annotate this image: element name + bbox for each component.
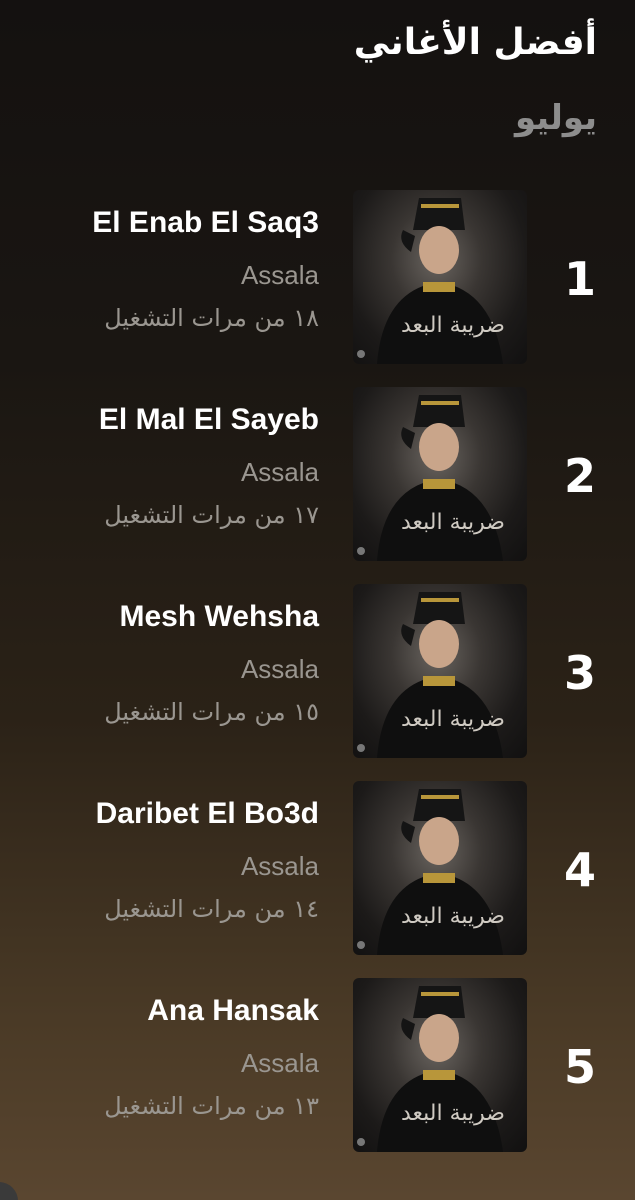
album-cover: ضريبة البعد [353, 781, 527, 955]
cover-caption: ضريبة البعد [401, 707, 505, 732]
artist-name: Assala [240, 654, 319, 684]
song-info: El Mal El Sayeb Assala ١٧ من مرات التشغي… [99, 403, 319, 535]
play-count: ١٤ من مرات التشغيل [104, 895, 319, 923]
month-subtitle: يوليو [514, 98, 597, 138]
song-row[interactable]: ضريبة البعد El Mal El Sayeb Assala ١٧ من… [0, 385, 635, 582]
song-info: El Enab El Saq3 Assala ١٨ من مرات التشغي… [92, 206, 319, 338]
song-title: Mesh Wehsha [119, 600, 320, 633]
song-title: El Enab El Saq3 [92, 206, 319, 239]
song-info: Daribet El Bo3d Assala ١٤ من مرات التشغي… [96, 797, 319, 929]
artist-name: Assala [240, 851, 319, 881]
cover-caption: ضريبة البعد [401, 1101, 505, 1126]
song-title: Daribet El Bo3d [95, 797, 319, 830]
play-count: ١٣ من مرات التشغيل [104, 1092, 319, 1120]
rank-number: 2 [563, 449, 596, 503]
play-count: ١٧ من مرات التشغيل [104, 501, 319, 529]
play-count: ١٥ من مرات التشغيل [104, 698, 319, 726]
artist-name: Assala [240, 260, 319, 290]
song-info: Ana Hansak Assala ١٣ من مرات التشغيل [104, 994, 319, 1126]
top-songs-list: ضريبة البعد El Enab El Saq3 Assala ١٨ من… [0, 188, 635, 1173]
page-title: أفضل الأغاني [353, 22, 597, 63]
album-cover: ضريبة البعد [353, 387, 527, 561]
song-row[interactable]: ضريبة البعد Ana Hansak Assala ١٣ من مرات… [0, 976, 635, 1173]
rank-number: 1 [563, 252, 596, 306]
cover-caption: ضريبة البعد [401, 510, 505, 535]
album-cover: ضريبة البعد [353, 190, 527, 364]
corner-indicator [0, 1182, 18, 1200]
album-cover: ضريبة البعد [353, 978, 527, 1152]
song-row[interactable]: ضريبة البعد El Enab El Saq3 Assala ١٨ من… [0, 188, 635, 385]
artist-name: Assala [240, 1048, 319, 1078]
cover-caption: ضريبة البعد [401, 313, 505, 338]
song-title: El Mal El Sayeb [98, 403, 319, 436]
song-row[interactable]: ضريبة البعد Mesh Wehsha Assala ١٥ من مرا… [0, 582, 635, 779]
rank-number: 4 [563, 843, 596, 897]
song-row[interactable]: ضريبة البعد Daribet El Bo3d Assala ١٤ من… [0, 779, 635, 976]
play-count: ١٨ من مرات التشغيل [104, 304, 319, 332]
artist-name: Assala [240, 457, 319, 487]
rank-number: 3 [563, 646, 596, 700]
rank-number: 5 [563, 1040, 596, 1094]
cover-caption: ضريبة البعد [401, 904, 505, 929]
song-info: Mesh Wehsha Assala ١٥ من مرات التشغيل [104, 600, 319, 732]
album-cover: ضريبة البعد [353, 584, 527, 758]
song-title: Ana Hansak [147, 994, 319, 1027]
